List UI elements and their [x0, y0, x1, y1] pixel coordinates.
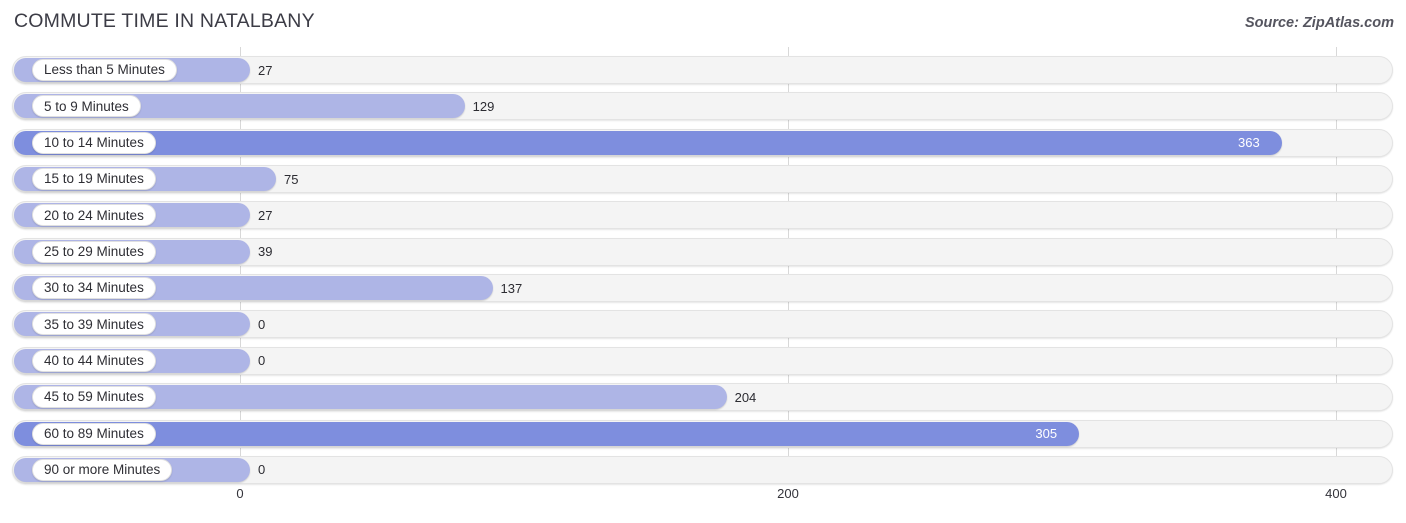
category-label: 90 or more Minutes — [44, 462, 161, 478]
bar-row[interactable]: 25 to 29 Minutes 39 — [12, 237, 1393, 266]
value-label: 27 — [258, 207, 273, 223]
category-label: 45 to 59 Minutes — [44, 389, 144, 405]
chart-container: COMMUTE TIME IN NATALBANY Source: ZipAtl… — [0, 0, 1406, 523]
value-label: 39 — [258, 244, 273, 260]
category-label: 35 to 39 Minutes — [44, 316, 144, 332]
category-label: 60 to 89 Minutes — [44, 425, 144, 441]
x-tick-label: 0 — [236, 486, 244, 501]
category-pill: Less than 5 Minutes — [32, 59, 177, 81]
value-label: 363 — [1238, 135, 1260, 151]
category-label: 15 to 19 Minutes — [44, 171, 144, 187]
value-label: 0 — [258, 316, 266, 332]
category-pill: 15 to 19 Minutes — [32, 168, 156, 191]
bar-row[interactable]: 40 to 44 Minutes 0 — [12, 346, 1393, 375]
category-pill: 45 to 59 Minutes — [32, 386, 156, 409]
value-label: 27 — [258, 62, 273, 78]
value-label: 75 — [283, 171, 299, 187]
bar-row[interactable]: 20 to 24 Minutes 27 — [12, 201, 1393, 230]
category-label: 40 to 44 Minutes — [44, 353, 144, 369]
bar[interactable] — [14, 421, 1080, 446]
plot-area: Less than 5 Minutes 27 5 to 9 Minutes 129 10… — [0, 47, 1406, 484]
category-pill: 10 to 14 Minutes — [32, 131, 156, 154]
bar-row[interactable]: 90 or more Minutes 0 — [12, 455, 1393, 484]
bar[interactable] — [14, 130, 1282, 155]
category-label: Less than 5 Minutes — [44, 62, 165, 78]
category-label: 30 to 34 Minutes — [44, 280, 144, 296]
value-label: 129 — [472, 98, 495, 114]
bar-row[interactable]: 35 to 39 Minutes 0 — [12, 310, 1393, 339]
category-pill: 40 to 44 Minutes — [32, 349, 156, 372]
bar-row[interactable]: 30 to 34 Minutes 137 — [12, 274, 1393, 303]
category-pill: 5 to 9 Minutes — [32, 95, 141, 118]
category-label: 10 to 14 Minutes — [44, 134, 144, 150]
x-axis: 0 200 400 — [0, 486, 1406, 510]
value-label: 204 — [734, 389, 757, 405]
page-title: COMMUTE TIME IN NATALBANY — [14, 10, 315, 32]
bar-row[interactable]: 5 to 9 Minutes 129 — [12, 92, 1393, 121]
category-label: 5 to 9 Minutes — [44, 98, 129, 114]
bar-row[interactable]: 10 to 14 Minutes 363 — [12, 128, 1393, 157]
x-tick-label: 400 — [1325, 486, 1347, 501]
x-tick-label: 200 — [777, 486, 799, 501]
category-pill: 90 or more Minutes — [32, 458, 173, 481]
category-pill: 30 to 34 Minutes — [32, 277, 156, 300]
category-label: 20 to 24 Minutes — [44, 207, 144, 223]
category-pill: 25 to 29 Minutes — [32, 240, 156, 263]
category-pill: 20 to 24 Minutes — [32, 204, 156, 227]
category-pill: 60 to 89 Minutes — [32, 422, 156, 445]
value-label: 137 — [500, 280, 523, 296]
bar-row[interactable]: 60 to 89 Minutes 305 — [12, 419, 1393, 448]
bar-row[interactable]: 15 to 19 Minutes 75 — [12, 165, 1393, 194]
source-label: Source: ZipAtlas.com — [1244, 15, 1394, 31]
value-label: 0 — [258, 462, 266, 478]
value-label: 0 — [258, 353, 266, 369]
bar-row[interactable]: Less than 5 Minutes 27 — [12, 56, 1393, 84]
value-label: 305 — [1035, 426, 1058, 441]
bar-row[interactable]: 45 to 59 Minutes 204 — [12, 383, 1393, 412]
category-pill: 35 to 39 Minutes — [32, 313, 156, 336]
category-label: 25 to 29 Minutes — [44, 244, 144, 259]
